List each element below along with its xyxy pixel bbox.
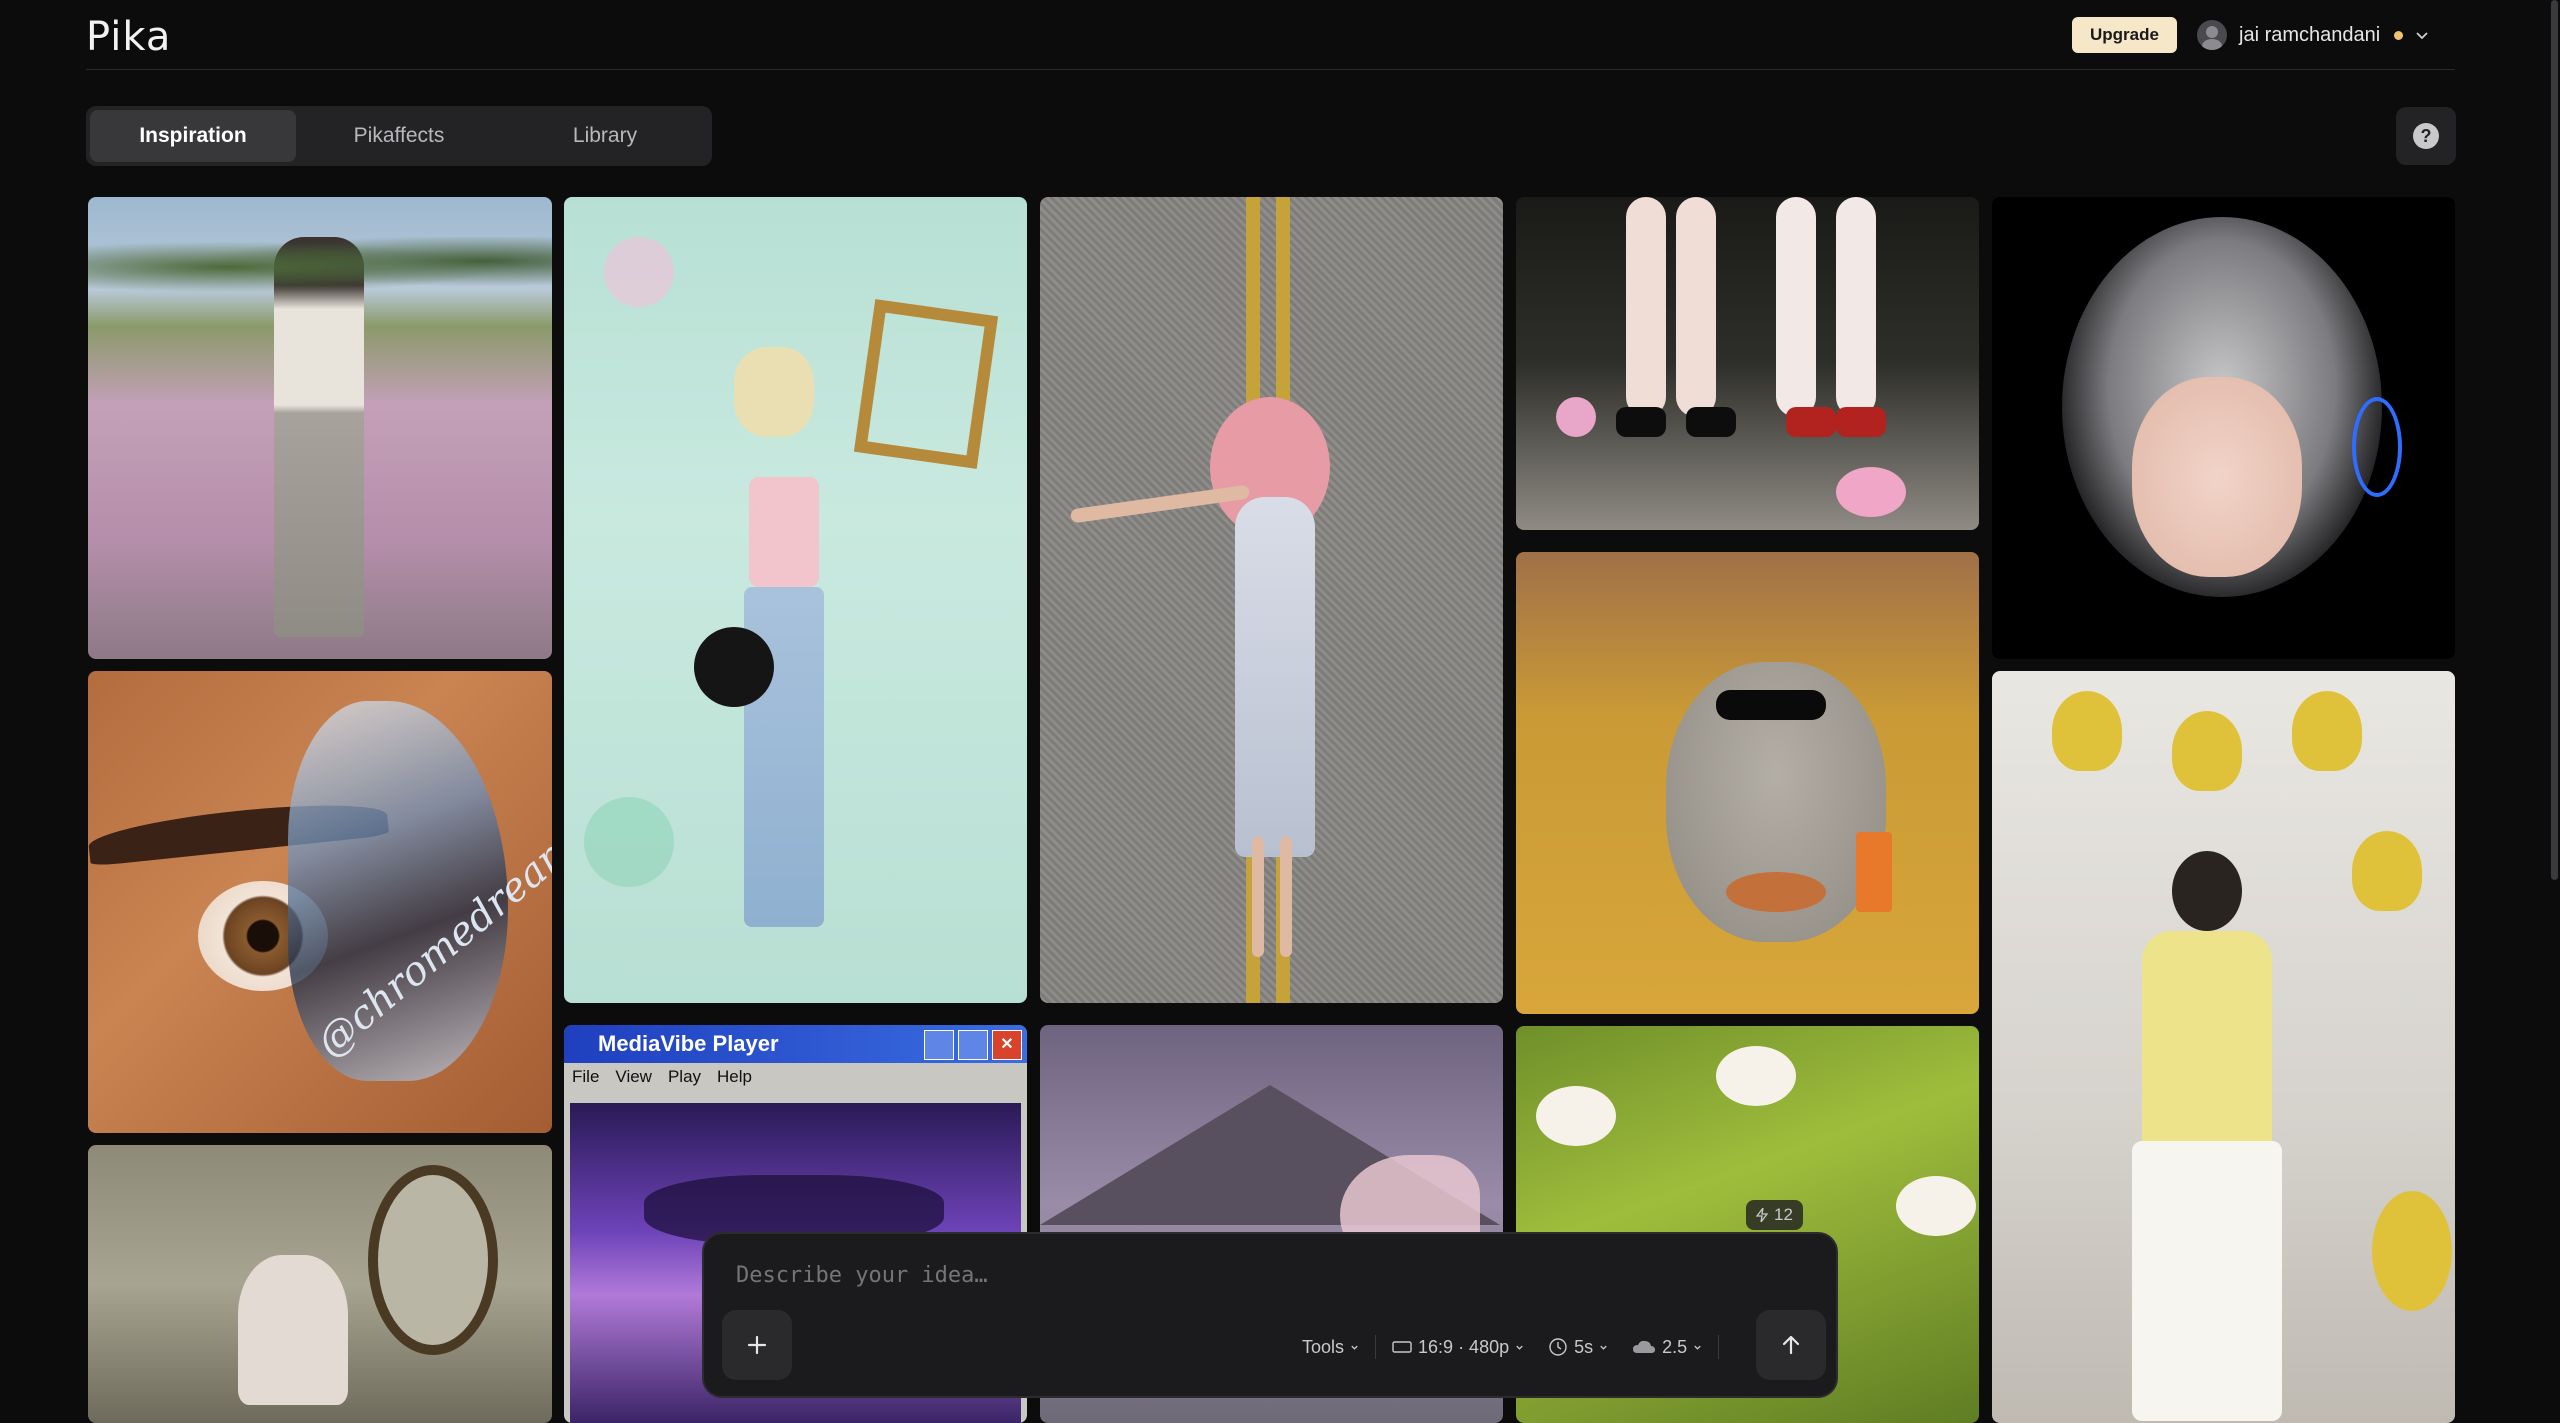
- aspect-ratio-icon: [1392, 1341, 1412, 1353]
- model-label: 2.5: [1662, 1336, 1688, 1357]
- chevron-down-icon: [1516, 1345, 1523, 1350]
- avatar: [2197, 20, 2227, 50]
- menu-play: Play: [667, 1067, 702, 1086]
- tab-bar: Inspiration Pikaffects Library: [86, 106, 712, 166]
- gallery-item-chrome-eye[interactable]: @chromedream: [88, 671, 552, 1133]
- chevron-down-icon[interactable]: [2415, 28, 2429, 42]
- tab-library[interactable]: Library: [502, 110, 708, 162]
- upgrade-button[interactable]: Upgrade: [2072, 17, 2177, 53]
- gallery-item-tulip-mirror[interactable]: [1992, 671, 2455, 1423]
- app-logo[interactable]: Pika: [86, 14, 171, 60]
- gallery-item-fashion-frame[interactable]: [564, 197, 1027, 1003]
- plus-icon: [747, 1335, 767, 1355]
- header-divider: [86, 69, 2455, 70]
- chevron-down-icon: [1351, 1345, 1358, 1350]
- bolt-icon: [1756, 1208, 1768, 1222]
- duration-dropdown[interactable]: 5s: [1536, 1332, 1620, 1362]
- gallery-item-road-woman[interactable]: [1040, 197, 1503, 1003]
- tools-dropdown[interactable]: Tools: [1290, 1332, 1371, 1362]
- prompt-options: Tools 16:9 · 480p 5s 2.5: [1290, 1332, 1723, 1362]
- duration-label: 5s: [1574, 1336, 1594, 1357]
- gallery-item-bunny-couch[interactable]: [1516, 552, 1979, 1014]
- add-button[interactable]: [722, 1310, 792, 1380]
- menu-help: Help: [717, 1067, 752, 1086]
- tools-label: Tools: [1302, 1336, 1345, 1357]
- arrow-up-icon: [1782, 1335, 1800, 1355]
- clock-icon: [1549, 1338, 1567, 1356]
- aspect-dropdown[interactable]: 16:9 · 480p: [1380, 1332, 1536, 1362]
- user-name: jai ramchandani: [2239, 23, 2381, 46]
- user-menu[interactable]: jai ramchandani: [2197, 18, 2429, 52]
- like-count: 12: [1746, 1200, 1803, 1230]
- scrollbar[interactable]: [2551, 0, 2558, 880]
- chevron-down-icon: [1694, 1345, 1701, 1350]
- top-header: Pika Upgrade jai ramchandani: [0, 0, 2560, 70]
- tab-inspiration[interactable]: Inspiration: [90, 110, 296, 162]
- gallery-item-flower-legs[interactable]: [1516, 197, 1979, 530]
- close-icon: ✕: [992, 1030, 1022, 1060]
- mediaplayer-title: MediaVibe Player: [598, 1031, 779, 1056]
- help-button[interactable]: ?: [2396, 107, 2456, 165]
- cloud-icon: [1633, 1340, 1656, 1353]
- prompt-composer: Tools 16:9 · 480p 5s 2.5: [702, 1232, 1838, 1398]
- model-dropdown[interactable]: 2.5: [1620, 1332, 1714, 1362]
- divider: [1375, 1335, 1377, 1359]
- chevron-down-icon: [1600, 1345, 1607, 1350]
- prompt-input[interactable]: [734, 1262, 1638, 1289]
- divider: [1718, 1335, 1720, 1359]
- gallery-item-chrome-face[interactable]: [1992, 197, 2455, 659]
- question-icon: ?: [2413, 123, 2439, 149]
- status-dot: [2394, 30, 2404, 40]
- aspect-label: 16:9 · 480p: [1418, 1336, 1510, 1357]
- tab-pikaffects[interactable]: Pikaffects: [296, 110, 502, 162]
- menu-view: View: [615, 1067, 652, 1086]
- send-button[interactable]: [1756, 1310, 1826, 1380]
- menu-file: File: [572, 1067, 600, 1086]
- gallery-item-photographer-field[interactable]: [88, 197, 552, 659]
- gallery-item-cat-mirror[interactable]: [88, 1145, 552, 1423]
